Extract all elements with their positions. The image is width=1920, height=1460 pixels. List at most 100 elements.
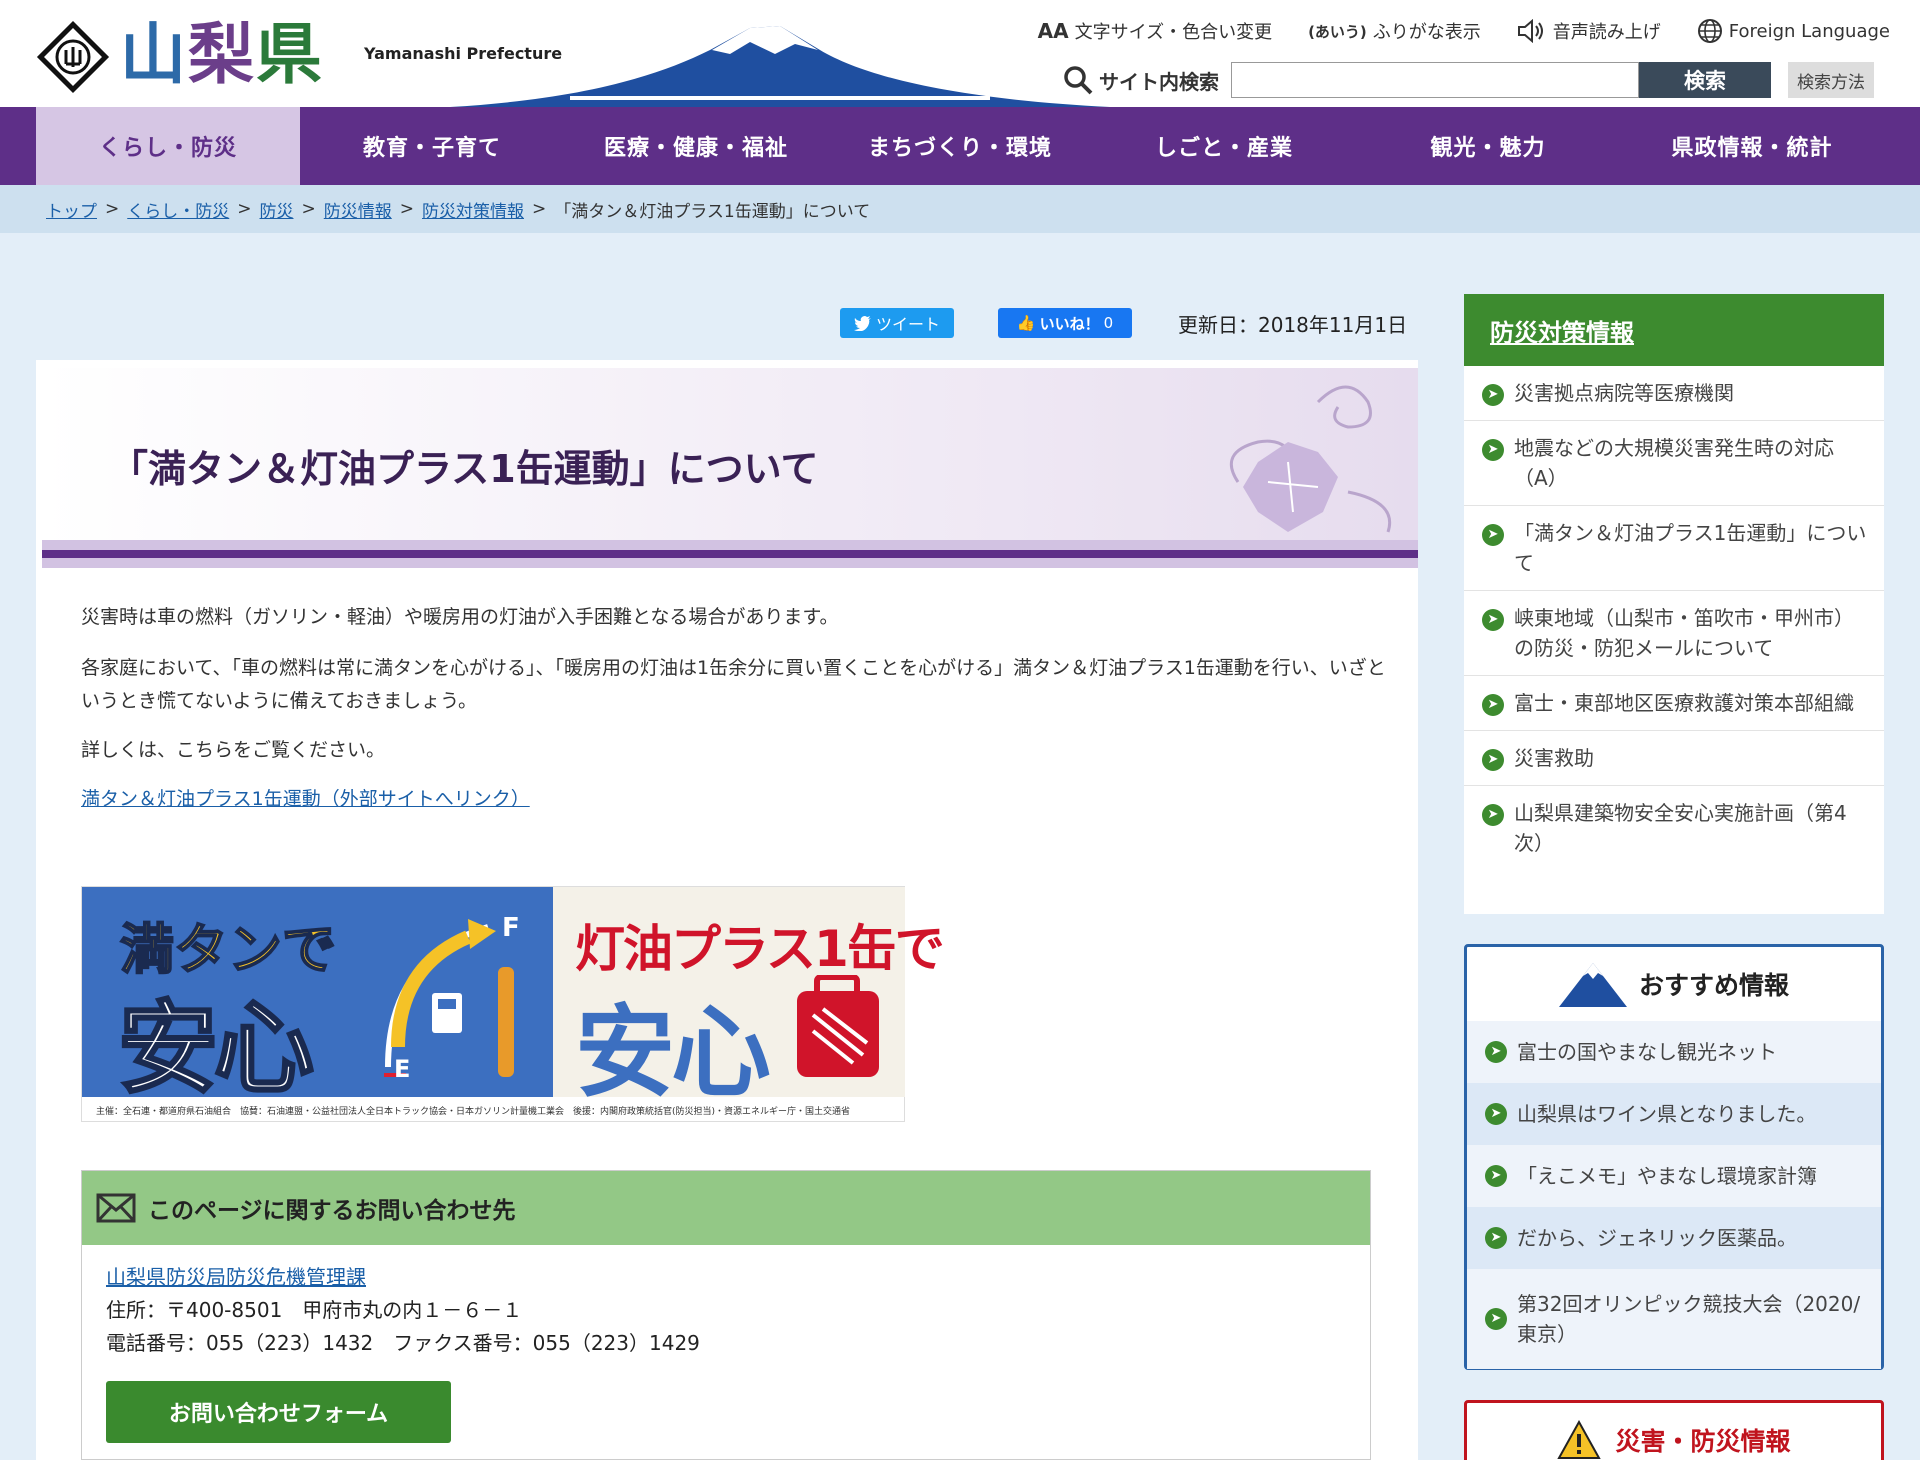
text-size-link[interactable]: AA 文字サイズ・色合い変更: [1038, 18, 1272, 44]
banner-left-panel: 満タンで 安心 F E: [82, 887, 553, 1109]
site-search: サイト内検索 検索 検索方法: [1063, 62, 1874, 98]
breadcrumb-separator: >: [105, 199, 120, 219]
gauge-full-label: F: [502, 913, 520, 943]
sidebar-link[interactable]: ➤ 災害救助: [1464, 731, 1884, 786]
foreign-language-link[interactable]: Foreign Language: [1697, 18, 1890, 44]
breadcrumb-link[interactable]: トップ: [46, 197, 97, 222]
contact-heading: このページに関するお問い合わせ先: [82, 1171, 1370, 1245]
banner-right-panel: 灯油プラス1缶で 安心: [553, 887, 945, 1111]
arrow-right-icon: ➤: [1482, 439, 1504, 461]
external-site-link[interactable]: 満タン＆灯油プラス1缶運動（外部サイトへリンク）: [81, 784, 530, 811]
nav-item-work-industry[interactable]: しごと・産業: [1092, 107, 1356, 185]
site-header: 山梨県 Yamanashi Prefecture AA 文字サイズ・色合い変更 (…: [0, 0, 1920, 107]
body-paragraph: 各家庭において、「車の燃料は常に満タンを心がける」、「暖房用の灯油は1缶余分に買…: [81, 657, 1386, 712]
social-bar: ツイート 👍 いいね！ 0 更新日：2018年11月1日: [840, 308, 1407, 338]
global-nav: くらし・防災 教育・子育て 医療・健康・福祉 まちづくり・環境 しごと・産業 観…: [0, 107, 1920, 185]
recommend-link[interactable]: ➤ だから、ジェネリック医薬品。: [1467, 1207, 1881, 1269]
sidebar-heading[interactable]: 防災対策情報: [1464, 294, 1884, 366]
sidebar-link[interactable]: ➤ 富士・東部地区医療救護対策本部組織: [1464, 676, 1884, 731]
banner-text: 安心: [575, 994, 771, 1111]
contact-address: 住所：〒400-8501 甲府市丸の内１－６－１: [106, 1298, 523, 1322]
sidebar-disaster-measures: 防災対策情報 ➤ 災害拠点病院等医療機関 ➤ 地震などの大規模災害発生時の対応（A）…: [1464, 294, 1884, 914]
logo-wordmark: 山梨県: [120, 15, 324, 93]
intro-paragraph: 災害時は車の燃料（ガソリン・軽油）や暖房用の灯油が入手困難となる場合があります。: [81, 606, 839, 628]
gauge-empty-label: E: [394, 1055, 411, 1083]
nav-item-living-disaster[interactable]: くらし・防災: [36, 107, 300, 185]
arrow-right-icon: ➤: [1482, 694, 1504, 716]
sidebar-link[interactable]: ➤ 「満タン＆灯油プラス1缶運動」について: [1464, 506, 1884, 591]
title-banner: 「満タン＆灯油プラス1缶運動」について: [42, 368, 1418, 568]
breadcrumb-link[interactable]: くらし・防災: [127, 197, 229, 222]
breadcrumb-separator: >: [237, 199, 252, 219]
arrow-right-icon: ➤: [1485, 1041, 1507, 1063]
department-link[interactable]: 山梨県防災局防災危機管理課: [106, 1265, 366, 1289]
updated-date: 更新日：2018年11月1日: [1178, 312, 1408, 337]
globe-icon: [1697, 19, 1722, 43]
speaker-icon: [1517, 19, 1543, 43]
recommend-link[interactable]: ➤ 第32回オリンピック競技大会（2020/東京）: [1467, 1269, 1881, 1369]
sidebar-heading[interactable]: 災害・防災情報: [1467, 1403, 1881, 1460]
breadcrumb-link[interactable]: 防災: [260, 197, 294, 222]
nav-item-health[interactable]: 医療・健康・福祉: [564, 107, 828, 185]
kerosene-can-icon: [797, 975, 879, 1077]
arrow-right-icon: ➤: [1485, 1165, 1507, 1187]
utility-links: AA 文字サイズ・色合い変更 (あいう) ふりがな表示 音声読み上げ Foreign…: [1038, 16, 1890, 46]
thumbs-up-icon: 👍: [1016, 314, 1036, 332]
campaign-banner: 満タンで 安心 F E 灯油プラス1缶で 安心 主催：全石連・都道府県石油組合 …: [81, 886, 945, 1122]
recommend-link[interactable]: ➤ 山梨県はワイン県となりました。: [1467, 1083, 1881, 1145]
search-icon: [1064, 66, 1093, 95]
contact-details: 山梨県防災局防災危機管理課 住所：〒400-8501 甲府市丸の内１－６－１ 電…: [82, 1245, 1370, 1376]
breadcrumb: トップ > くらし・防災 > 防災 > 防災情報 > 防災対策情報 > 「満タン…: [0, 185, 1920, 233]
contact-phone: 電話番号：055（223）1432 ファクス番号：055（223）1429: [106, 1331, 700, 1355]
prefecture-emblem-icon: [36, 20, 110, 94]
sidebar-link[interactable]: ➤ 峡東地域（山梨市・笛吹市・甲州市）の防災・防犯メールについて: [1464, 591, 1884, 676]
sidebar-link[interactable]: ➤ 災害拠点病院等医療機関: [1464, 366, 1884, 421]
speech-link[interactable]: 音声読み上げ: [1517, 18, 1661, 44]
banner-text: 安心: [117, 989, 316, 1109]
warning-icon: [1557, 1420, 1602, 1459]
arrow-right-icon: ➤: [1482, 384, 1504, 406]
breadcrumb-link[interactable]: 防災情報: [324, 197, 392, 222]
details-paragraph: 詳しくは、こちらをご覧ください。: [81, 739, 386, 761]
search-label: サイト内検索: [1063, 65, 1219, 95]
page-title: 「満タン＆灯油プラス1缶運動」について: [110, 447, 819, 491]
arrow-right-icon: ➤: [1482, 804, 1504, 826]
nav-item-town-environment[interactable]: まちづくり・環境: [828, 107, 1092, 185]
article: 「満タン＆灯油プラス1缶運動」について 災害時は車の燃料（ガソリン・軽油）や暖房…: [36, 360, 1418, 1460]
breadcrumb-separator: >: [301, 199, 316, 219]
furigana-link[interactable]: (あいう) ふりがな表示: [1308, 18, 1481, 44]
recommend-link[interactable]: ➤ 富士の国やまなし観光ネット: [1467, 1021, 1881, 1083]
arrow-right-icon: ➤: [1482, 749, 1504, 771]
contact-form-button[interactable]: お問い合わせフォーム: [106, 1381, 451, 1443]
mt-fuji-illustration: [450, 26, 1110, 107]
search-help-button[interactable]: 検索方法: [1788, 62, 1874, 98]
arrow-right-icon: ➤: [1485, 1103, 1507, 1125]
arrow-right-icon: ➤: [1485, 1308, 1507, 1330]
like-button[interactable]: 👍 いいね！ 0: [998, 308, 1132, 338]
arrow-right-icon: ➤: [1485, 1227, 1507, 1249]
twitter-bird-icon: [853, 315, 871, 331]
sidebar-disaster-info: 災害・防災情報: [1464, 1400, 1884, 1460]
arrow-right-icon: ➤: [1482, 609, 1504, 631]
recommend-link[interactable]: ➤ 「えこメモ」やまなし環境家計簿: [1467, 1145, 1881, 1207]
nav-item-education[interactable]: 教育・子育て: [300, 107, 564, 185]
sidebar-recommended: おすすめ情報 ➤ 富士の国やまなし観光ネット ➤ 山梨県はワイン県となりました。 ➤…: [1464, 944, 1884, 1370]
furigana-icon: (あいう): [1308, 22, 1367, 41]
breadcrumb-separator: >: [532, 199, 547, 219]
sidebar-link[interactable]: ➤ 地震などの大規模災害発生時の対応（A）: [1464, 421, 1884, 506]
nav-item-tourism[interactable]: 観光・魅力: [1356, 107, 1620, 185]
sidebar-heading: おすすめ情報: [1467, 947, 1881, 1021]
search-button[interactable]: 検索: [1639, 62, 1771, 98]
breadcrumb-separator: >: [399, 199, 414, 219]
like-count: 0: [1103, 314, 1114, 332]
tweet-button[interactable]: ツイート: [840, 308, 954, 338]
nav-item-government[interactable]: 県政情報・統計: [1620, 107, 1884, 185]
sidebar-link[interactable]: ➤ 山梨県建築物安全安心実施計画（第4次）: [1464, 786, 1884, 870]
text-size-icon: AA: [1037, 19, 1069, 43]
contact-box: このページに関するお問い合わせ先 山梨県防災局防災危機管理課 住所：〒400-8…: [81, 1170, 1371, 1460]
search-input[interactable]: [1231, 62, 1639, 98]
breadcrumb-link[interactable]: 防災対策情報: [422, 197, 524, 222]
banner-credits: 主催：全石連・都道府県石油組合 協賛：石油連盟・公益社団法人全日本トラック協会・…: [82, 1097, 904, 1121]
breadcrumb-current: 「満タン＆灯油プラス1缶運動」について: [554, 201, 871, 222]
mountain-icon: [1558, 963, 1627, 1007]
